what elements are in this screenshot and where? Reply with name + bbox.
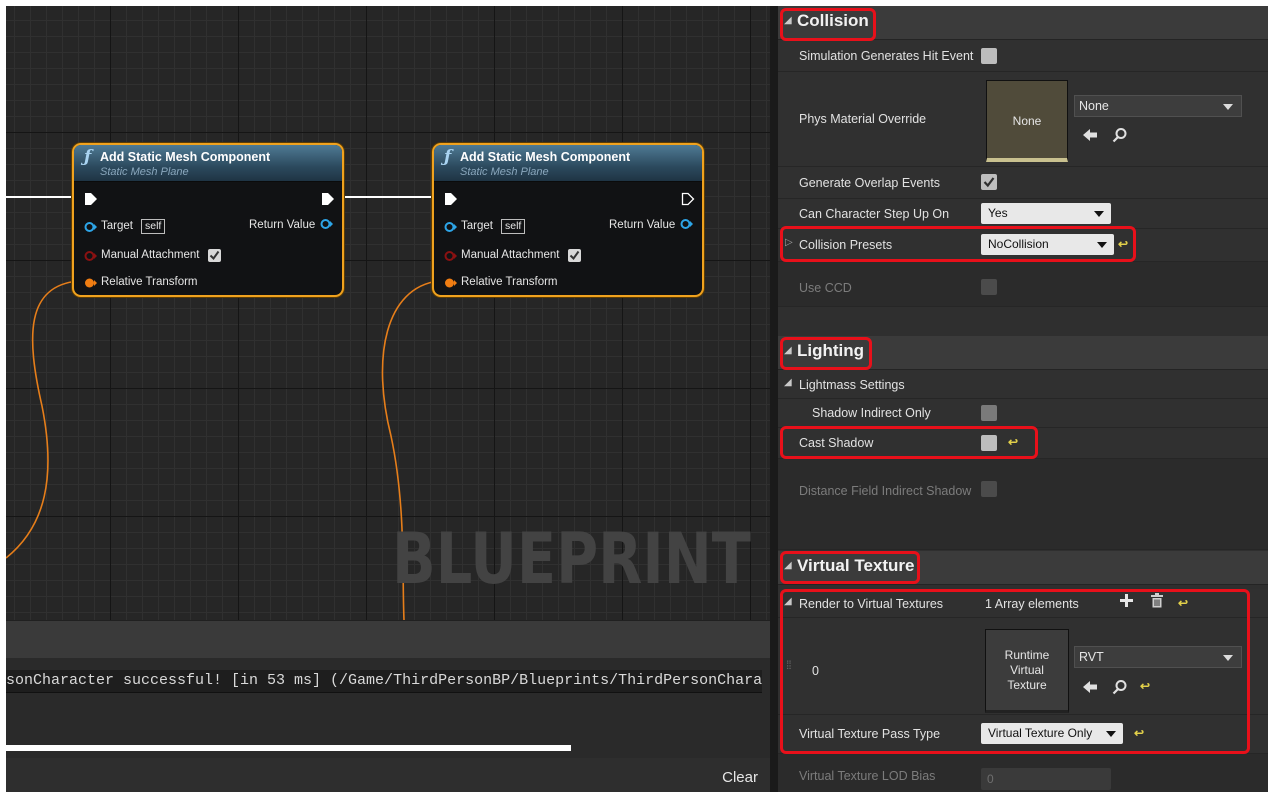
property-label: Generate Overlap Events (799, 176, 941, 190)
use-selected-arrow-icon[interactable] (1082, 127, 1098, 143)
relative-transform-pin-icon[interactable] (444, 277, 458, 289)
log-message: sonCharacter successful! [in 53 ms] (/Ga… (6, 670, 762, 693)
node-subtitle: Static Mesh Plane (460, 166, 549, 178)
node-header[interactable]: ƒ Add Static Mesh Component Static Mesh … (74, 145, 342, 182)
log-toolbar (6, 620, 770, 659)
highlight-collision-presets (780, 226, 1136, 262)
highlight-cast-shadow (780, 426, 1038, 459)
dfi-shadow-checkbox[interactable] (981, 481, 997, 497)
node-subtitle: Static Mesh Plane (100, 166, 189, 178)
property-label: Shadow Indirect Only (812, 406, 931, 420)
target-pin-icon[interactable] (84, 221, 98, 233)
property-row: Distance Field Indirect Shadow (778, 459, 1268, 550)
collapse-arrow-icon[interactable]: ◢ (784, 377, 792, 388)
property-label: Distance Field Indirect Shadow (799, 484, 972, 498)
exec-in-pin-icon[interactable] (84, 192, 98, 206)
self-value: self (141, 219, 166, 234)
return-value-pin-icon[interactable] (320, 218, 334, 230)
target-pin-label: Target (101, 220, 133, 232)
thumbnail-label: None (1012, 114, 1042, 128)
chevron-down-icon (1094, 211, 1104, 217)
property-label: Can Character Step Up On (799, 207, 950, 221)
manual-attachment-pin-icon[interactable] (444, 250, 458, 262)
manual-attachment-checkbox[interactable] (208, 249, 221, 262)
return-value-label: Return Value (249, 219, 316, 231)
highlight-lighting-title (780, 337, 872, 370)
property-row: Virtual Texture LOD Bias 0 (778, 754, 1268, 792)
manual-attachment-label: Manual Attachment (461, 249, 560, 261)
check-icon (983, 177, 995, 188)
simulation-hit-checkbox[interactable] (981, 48, 997, 64)
property-label: Lightmass Settings (799, 378, 905, 392)
compile-progress-fill (6, 745, 571, 751)
use-ccd-checkbox[interactable] (981, 279, 997, 295)
property-row: Generate Overlap Events (778, 167, 1268, 199)
blueprint-graph[interactable]: BLUEPRINT ƒ Add Static Mesh Component St… (6, 6, 770, 620)
property-row: Use CCD (778, 262, 1268, 307)
property-row: ◢ Lightmass Settings (778, 370, 1268, 399)
phys-material-thumbnail[interactable]: None (986, 80, 1068, 162)
shadow-indirect-checkbox[interactable] (981, 405, 997, 421)
self-value: self (501, 219, 526, 234)
check-icon (209, 250, 220, 261)
relative-transform-label: Relative Transform (461, 276, 558, 288)
property-row: Phys Material Override None None (778, 72, 1268, 167)
target-pin-label: Target (461, 220, 493, 232)
panel-splitter[interactable] (770, 6, 778, 792)
clear-button[interactable]: Clear (722, 769, 758, 786)
property-row: Shadow Indirect Only (778, 399, 1268, 428)
dropdown-value: None (1079, 99, 1109, 113)
chevron-down-icon (1223, 104, 1233, 110)
target-pin-icon[interactable] (444, 221, 458, 233)
property-label: Use CCD (799, 281, 852, 295)
property-label: Virtual Texture LOD Bias (799, 769, 936, 783)
property-row: Can Character Step Up On Yes (778, 199, 1268, 229)
phys-material-dropdown[interactable]: None (1074, 95, 1242, 117)
property-label: Phys Material Override (799, 112, 927, 126)
return-value-label: Return Value (609, 219, 676, 231)
exec-out-pin-icon[interactable] (321, 192, 335, 206)
generate-overlap-checkbox[interactable] (981, 174, 997, 190)
log-footer: Clear (6, 758, 770, 792)
highlight-virtual-texture-title (780, 551, 920, 584)
manual-attachment-pin-icon[interactable] (84, 250, 98, 262)
step-up-dropdown[interactable]: Yes (981, 203, 1111, 224)
compile-progress-bar (6, 743, 764, 753)
transform-wire-1 (6, 280, 79, 559)
function-icon: ƒ (444, 147, 452, 167)
manual-attachment-label: Manual Attachment (101, 249, 200, 261)
add-static-mesh-component-node[interactable]: ƒ Add Static Mesh Component Static Mesh … (432, 143, 704, 297)
lod-bias-input[interactable]: 0 (981, 768, 1111, 790)
exec-out-pin-icon[interactable] (681, 192, 695, 206)
exec-in-pin-icon[interactable] (444, 192, 458, 206)
add-static-mesh-component-node[interactable]: ƒ Add Static Mesh Component Static Mesh … (72, 143, 344, 297)
node-title: Add Static Mesh Component (460, 150, 631, 164)
browse-magnifier-icon[interactable] (1112, 127, 1128, 143)
relative-transform-label: Relative Transform (101, 276, 198, 288)
highlight-virtual-texture-properties (780, 589, 1250, 754)
manual-attachment-checkbox[interactable] (568, 249, 581, 262)
blueprint-watermark: BLUEPRINT (392, 518, 751, 600)
property-label: Simulation Generates Hit Event (799, 49, 974, 63)
function-icon: ƒ (84, 147, 92, 167)
return-value-pin-icon[interactable] (680, 218, 694, 230)
dropdown-value: Yes (988, 206, 1008, 220)
check-icon (569, 250, 580, 261)
property-row: Simulation Generates Hit Event (778, 40, 1268, 72)
highlight-collision-title (780, 8, 876, 41)
node-header[interactable]: ƒ Add Static Mesh Component Static Mesh … (434, 145, 702, 182)
node-title: Add Static Mesh Component (100, 150, 271, 164)
relative-transform-pin-icon[interactable] (84, 277, 98, 289)
